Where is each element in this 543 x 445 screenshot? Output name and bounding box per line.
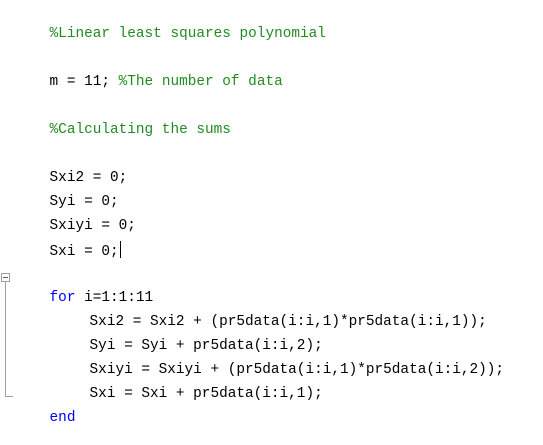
code-line-5[interactable]: %Calculating the sums <box>15 103 231 138</box>
code-line-17[interactable]: end <box>15 391 76 426</box>
comment-calculating-sums: %Calculating the sums <box>49 122 231 138</box>
code-line-15[interactable]: Sxiyi = Sxiyi + (pr5data(i:i,1)*pr5data(… <box>15 343 505 378</box>
comment-title: %Linear least squares polynomial <box>49 26 326 42</box>
text-cursor <box>119 241 121 258</box>
code-m-assignment: m = 11; <box>49 74 119 90</box>
code-sxi-update: Sxi = Sxi + pr5data(i:i,1); <box>89 386 323 402</box>
code-line-16[interactable]: Sxi = Sxi + pr5data(i:i,1); <box>15 367 323 402</box>
comment-number-of-data: %The number of data <box>118 74 283 90</box>
code-line-7[interactable]: Sxi2 = 0; <box>15 151 128 186</box>
code-line-3[interactable]: m = 11; %The number of data <box>15 55 283 90</box>
fold-guide-end <box>5 396 13 397</box>
code-line-9[interactable]: Sxiyi = 0; <box>15 199 136 234</box>
code-editor[interactable]: %Linear least squares polynomial m = 11;… <box>0 0 543 430</box>
code-line-13[interactable]: Sxi2 = Sxi2 + (pr5data(i:i,1)*pr5data(i:… <box>15 295 487 330</box>
code-line-10[interactable]: Sxi = 0; <box>15 223 121 260</box>
keyword-end: end <box>49 410 76 426</box>
collapse-minus-icon[interactable] <box>1 273 10 282</box>
code-line-12[interactable]: for i=1:1:11 <box>15 271 154 306</box>
code-line-1[interactable]: %Linear least squares polynomial <box>15 7 326 42</box>
fold-guide-line <box>5 282 6 397</box>
code-line-14[interactable]: Syi = Syi + pr5data(i:i,2); <box>15 319 323 354</box>
code-line-8[interactable]: Syi = 0; <box>15 175 119 210</box>
code-sxi-init: Sxi = 0; <box>49 244 119 260</box>
